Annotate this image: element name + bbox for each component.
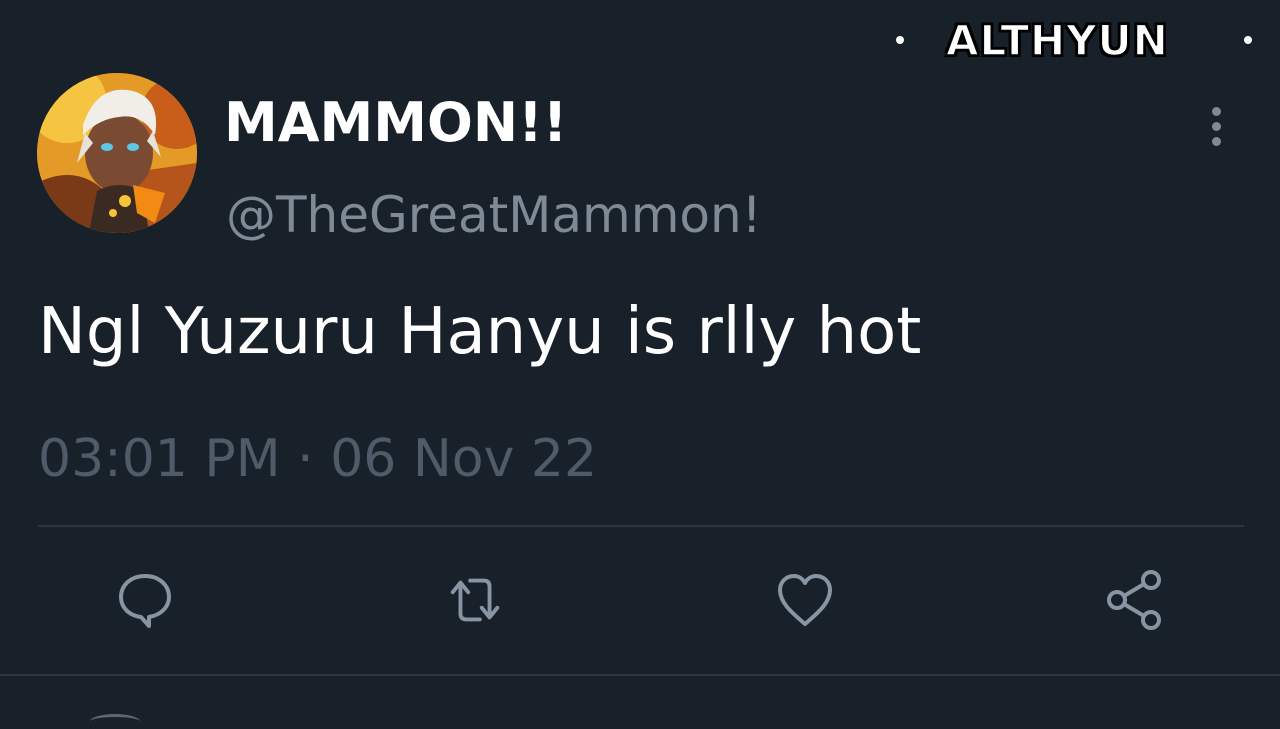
like-button[interactable] — [773, 568, 837, 632]
retweet-button[interactable] — [443, 568, 507, 632]
share-icon — [1107, 570, 1161, 630]
avatar[interactable] — [37, 73, 197, 233]
tweet-timestamp: 03:01 PM · 06 Nov 22 — [38, 429, 598, 489]
watermark-dot-left — [896, 36, 904, 44]
user-handle[interactable]: @TheGreatMammon! — [226, 180, 762, 250]
more-dot — [1211, 121, 1221, 131]
like-icon — [778, 574, 832, 626]
next-avatar-edge — [90, 714, 140, 729]
watermark-text: ALTHYUN — [945, 15, 1169, 66]
display-name[interactable]: MAMMON!! — [224, 88, 567, 158]
more-dot — [1211, 136, 1221, 146]
divider — [0, 674, 1280, 676]
divider — [38, 525, 1244, 527]
tweet-text: Ngl Yuzuru Hanyu is rlly hot — [38, 295, 922, 369]
more-options-button[interactable] — [1196, 100, 1236, 152]
retweet-icon — [450, 578, 500, 622]
reply-button[interactable] — [113, 568, 177, 632]
avatar-illustration — [37, 73, 197, 233]
watermark: ALTHYUN — [880, 14, 1270, 70]
more-dot — [1211, 106, 1221, 116]
reply-icon — [119, 574, 171, 628]
share-button[interactable] — [1103, 568, 1167, 632]
watermark-dot-right — [1244, 36, 1252, 44]
